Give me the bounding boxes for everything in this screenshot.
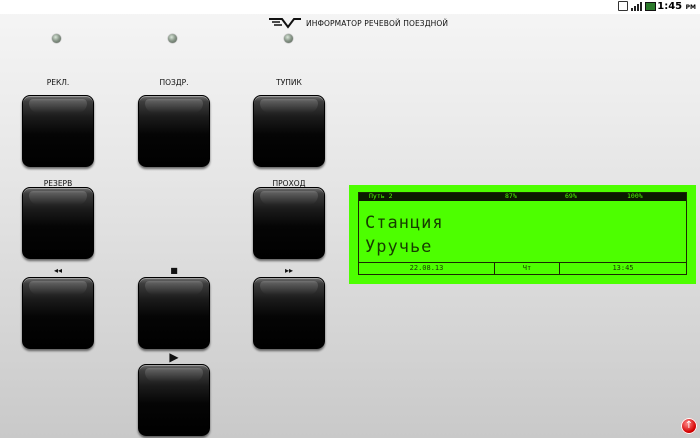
lcd-level-2: 69% <box>565 192 577 200</box>
rewind-icon: ◂◂ <box>53 266 63 275</box>
lcd-line-1: Станция <box>365 213 444 233</box>
signal-icon <box>631 1 642 11</box>
prohod-button[interactable] <box>253 187 325 259</box>
status-clock: 1:45 PM <box>657 0 696 15</box>
railway-logo-icon <box>269 18 301 29</box>
indicator-led-1 <box>52 34 61 43</box>
lcd-display-frame: Путь 2 87% 69% 100% Станция Уручье 22.08… <box>349 185 696 284</box>
scroll-up-button[interactable]: ↑ <box>681 418 697 434</box>
sd-card-icon <box>618 1 628 11</box>
stop-button[interactable] <box>138 277 210 349</box>
indicator-led-2 <box>168 34 177 43</box>
clock-ampm: PM <box>685 4 696 11</box>
lcd-status-row: Путь 2 87% 69% 100% <box>359 192 686 201</box>
status-icons <box>618 1 656 11</box>
lcd-footer-row: 22.08.13 Чт 13:45 <box>359 262 686 274</box>
tupik-label: ТУПИК <box>276 78 302 87</box>
status-bar: 1:45 PM <box>0 0 700 14</box>
app-title: ИНФОРМАТОР РЕЧЕВОЙ ПОЕЗДНОЙ <box>306 18 449 28</box>
lcd-line-2: Уручье <box>365 237 433 257</box>
rekl-label: РЕКЛ. <box>46 78 70 87</box>
lcd-time: 13:45 <box>612 264 634 272</box>
pozdr-button[interactable] <box>138 95 210 167</box>
clock-time: 1:45 <box>657 1 683 12</box>
tupik-button[interactable] <box>253 95 325 167</box>
pozdr-label: ПОЗДР. <box>159 78 189 87</box>
lcd-display: Путь 2 87% 69% 100% Станция Уручье 22.08… <box>358 192 687 275</box>
fast-forward-icon: ▸▸ <box>284 266 294 275</box>
arrow-up-icon: ↑ <box>684 420 694 431</box>
app-header: ИНФОРМАТОР РЕЧЕВОЙ ПОЕЗДНОЙ <box>268 16 448 30</box>
lcd-track: Путь 2 <box>369 192 393 200</box>
battery-icon <box>645 1 656 11</box>
lcd-date: 22.08.13 <box>409 264 444 272</box>
lcd-weekday: Чт <box>522 264 532 272</box>
rezerv-button[interactable] <box>22 187 94 259</box>
stop-icon: ■ <box>170 266 178 275</box>
rekl-button[interactable] <box>22 95 94 167</box>
fast-forward-button[interactable] <box>253 277 325 349</box>
lcd-level-1: 87% <box>505 192 517 200</box>
play-icon: ▶ <box>169 350 179 364</box>
indicator-led-3 <box>284 34 293 43</box>
rewind-button[interactable] <box>22 277 94 349</box>
play-button[interactable] <box>138 364 210 436</box>
lcd-level-3: 100% <box>627 192 643 200</box>
